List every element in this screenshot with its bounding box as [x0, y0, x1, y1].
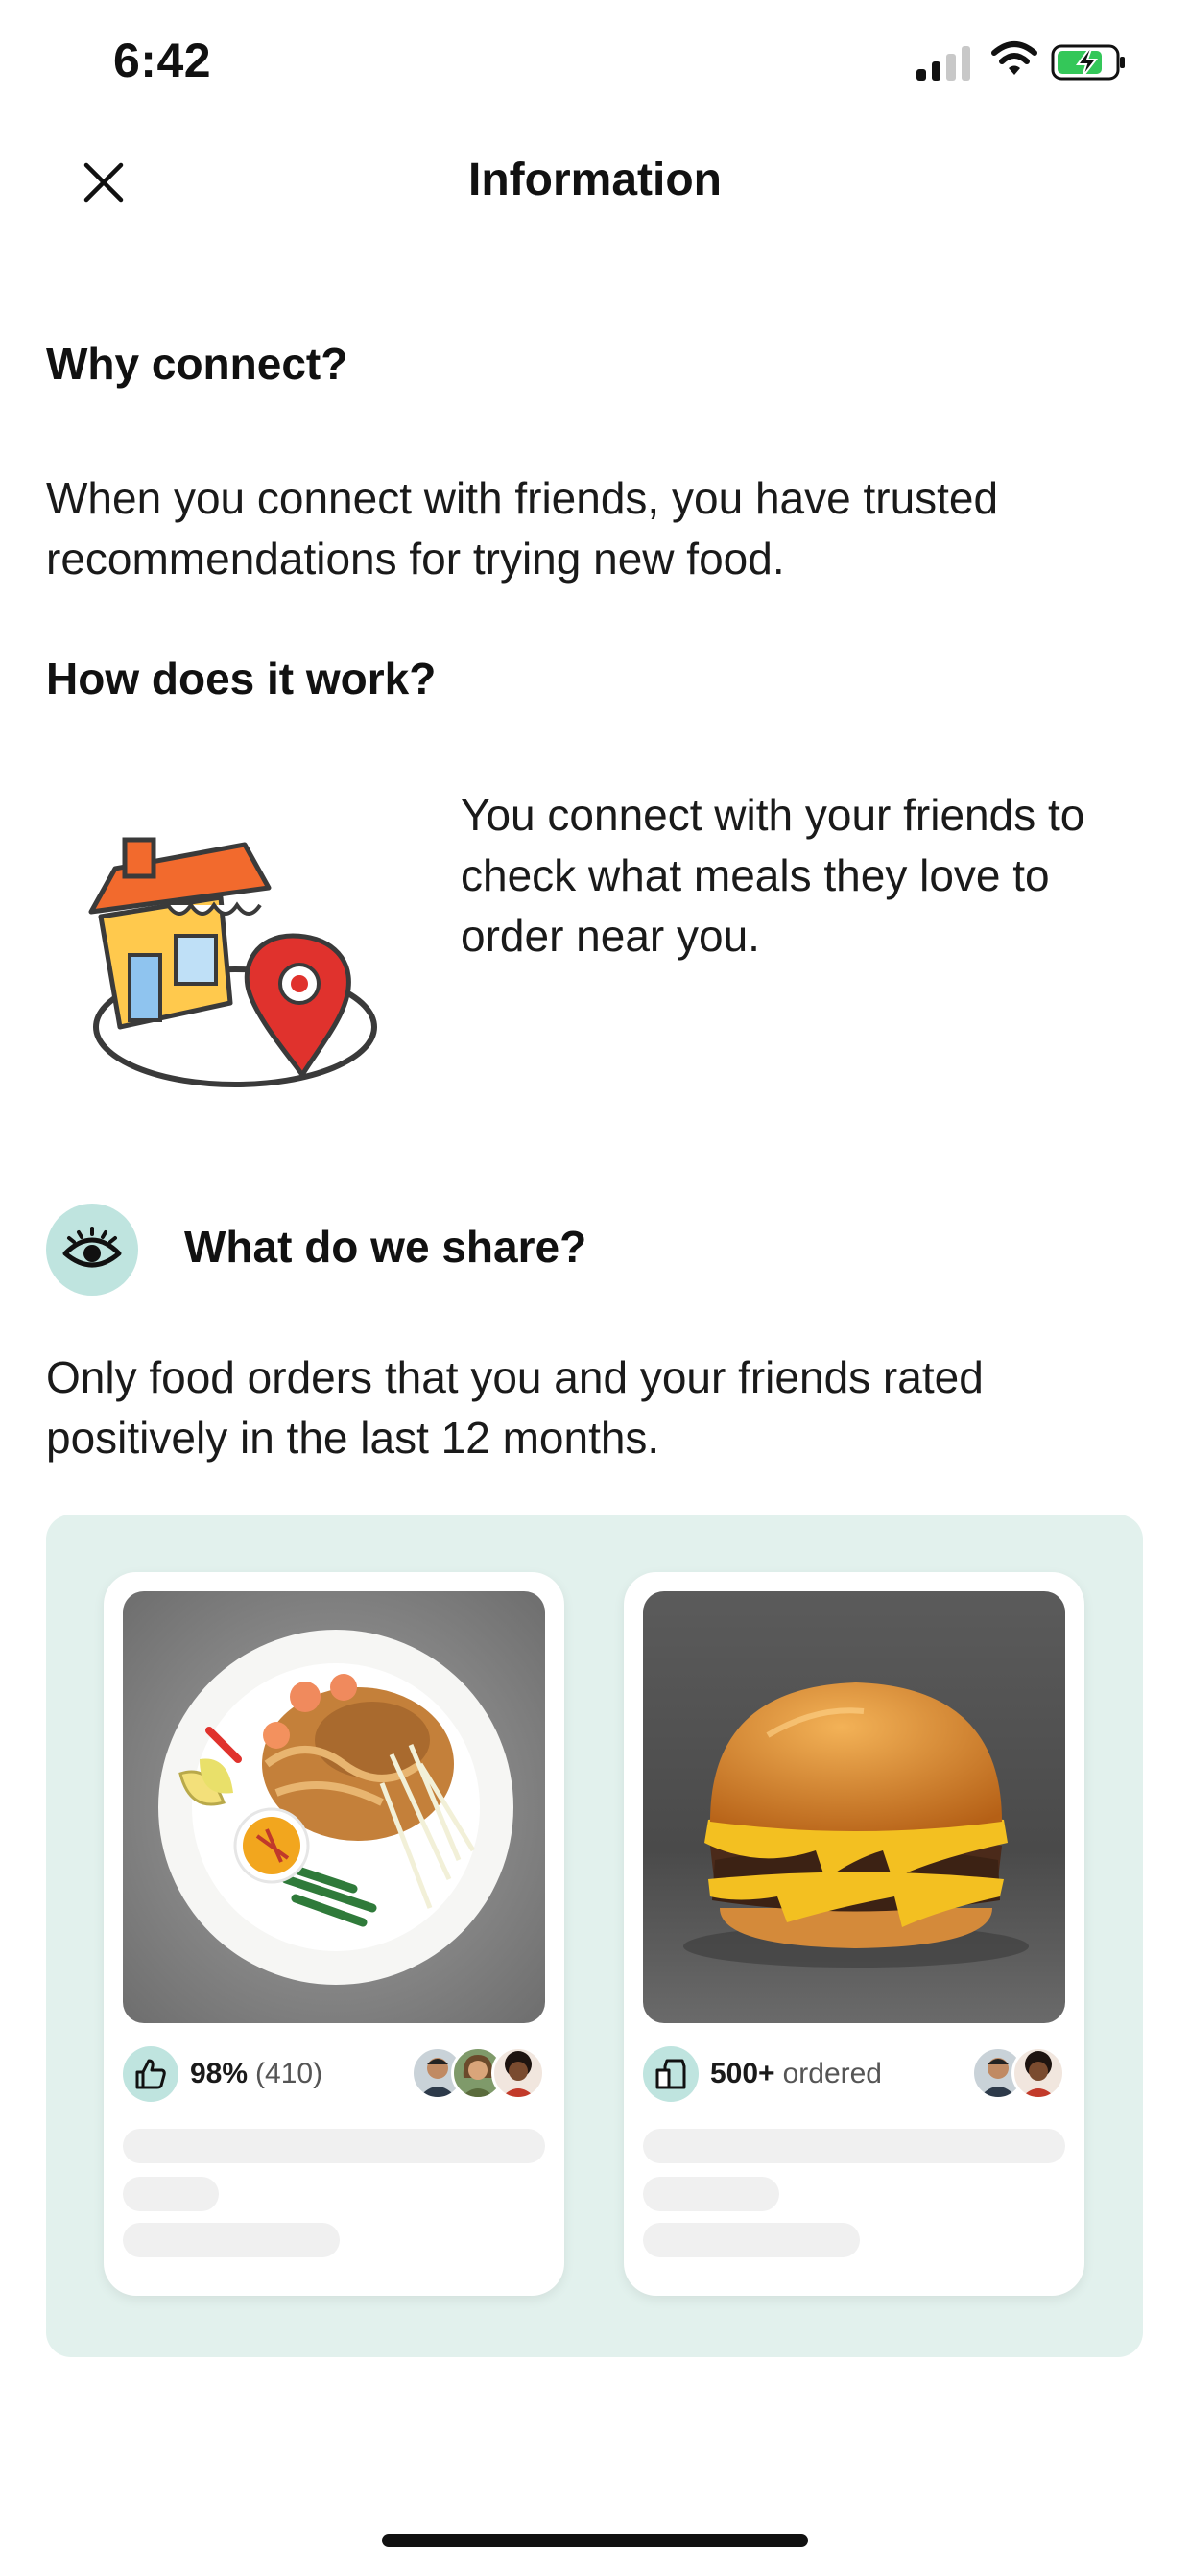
card-meta: 500+ ordered	[643, 2046, 1065, 2102]
store-location-illustration	[88, 837, 377, 1087]
status-time: 6:42	[113, 34, 212, 87]
thumbs-up-icon	[123, 2046, 178, 2102]
what-we-share-text: Only food orders that you and your frien…	[46, 1352, 984, 1463]
placeholder-line	[123, 2129, 545, 2163]
pad-thai-photo	[123, 1591, 545, 2023]
placeholder-line	[643, 2223, 860, 2257]
burger-photo	[643, 1591, 1065, 2023]
why-connect-heading: Why connect?	[46, 339, 348, 389]
placeholder-line	[643, 2129, 1065, 2163]
how-it-works-heading: How does it work?	[46, 654, 437, 704]
wifi-icon	[991, 41, 1037, 75]
friend-avatars	[971, 2046, 1065, 2102]
placeholder-line	[123, 2177, 219, 2211]
eye-badge	[46, 1204, 138, 1296]
home-indicator[interactable]	[382, 2534, 808, 2547]
why-connect-text: When you connect with friends, you have …	[46, 473, 999, 584]
food-card: 98% (410)	[104, 1572, 564, 2296]
how-it-works-text: You connect with your friends to check w…	[461, 790, 1085, 961]
battery-charging-icon	[1051, 44, 1125, 81]
rating-percent: 98%	[190, 2058, 249, 2089]
placeholder-line	[123, 2223, 340, 2257]
example-cards-panel: 98% (410) 500+ ordered	[46, 1515, 1143, 2357]
shopping-bag-icon	[643, 2046, 699, 2102]
food-card: 500+ ordered	[624, 1572, 1084, 2296]
order-count: 500+	[710, 2058, 775, 2089]
cellular-signal-icon	[916, 44, 970, 81]
page-title: Information	[468, 155, 722, 205]
friend-avatars	[411, 2046, 545, 2102]
avatar	[1012, 2046, 1065, 2100]
avatar	[491, 2046, 545, 2100]
placeholder-line	[643, 2177, 779, 2211]
eye-icon	[62, 1227, 122, 1268]
what-we-share-heading: What do we share?	[184, 1222, 587, 1272]
card-meta: 98% (410)	[123, 2046, 545, 2102]
rating-count: (410)	[255, 2058, 323, 2089]
order-label: ordered	[782, 2058, 882, 2089]
